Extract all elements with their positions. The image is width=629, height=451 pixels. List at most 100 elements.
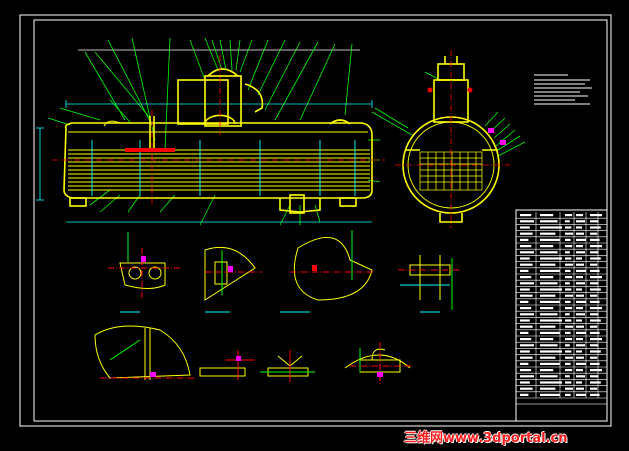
table-cell-text: [520, 356, 533, 359]
table-cell-text: [540, 319, 562, 322]
table-cell-text: [565, 356, 573, 359]
table-cell-text: [520, 369, 532, 372]
table-cell-text: [590, 313, 599, 316]
table-cell-text: [540, 387, 556, 390]
table-cell-text: [540, 269, 560, 272]
table-cell-text: [540, 276, 554, 279]
detail-3: [280, 230, 375, 313]
table-cell-text: [540, 313, 558, 316]
table-cell-text: [565, 276, 573, 279]
title-block: [515, 403, 608, 422]
table-cell-text: [540, 325, 556, 328]
cad-drawing: [19, 14, 612, 427]
table-cell-text: [576, 282, 585, 285]
table-cell-text: [520, 362, 529, 365]
table-cell-text: [590, 375, 599, 378]
table-cell-text: [540, 220, 558, 223]
table-cell-text: [565, 257, 572, 260]
table-cell-text: [576, 338, 583, 341]
table-cell-text: [590, 263, 598, 266]
table-cell-text: [520, 381, 530, 384]
table-cell-text: [590, 294, 598, 297]
table-cell-text: [576, 313, 585, 316]
table-cell-text: [590, 300, 600, 303]
table-cell-text: [520, 257, 530, 260]
table-cell-text: [540, 369, 554, 372]
table-cell-text: [565, 300, 571, 303]
table-cell-text: [540, 214, 554, 217]
table-cell-text: [565, 294, 573, 297]
table-cell-text: [540, 350, 562, 353]
table-cell-text: [576, 393, 586, 396]
table-cell-text: [576, 387, 584, 390]
table-cell-text: [540, 294, 556, 297]
table-cell-text: [590, 238, 600, 241]
detail-8: [344, 342, 412, 385]
table-cell-text: [565, 325, 573, 328]
table-cell-text: [590, 226, 601, 229]
table-cell-text: [520, 276, 532, 279]
table-cell-text: [520, 375, 534, 378]
table-cell-text: [565, 369, 573, 372]
table-cell-text: [565, 214, 573, 217]
table-cell-text: [520, 251, 534, 254]
table-cell-text: [540, 245, 554, 248]
table-cell-text: [520, 338, 532, 341]
table-cell-text: [590, 387, 598, 390]
tube-bundle: [68, 149, 370, 191]
table-cell-text: [576, 251, 585, 254]
elevation-view: [36, 37, 385, 226]
table-cell-text: [576, 238, 586, 241]
table-cell-text: [565, 288, 572, 291]
table-cell-text: [520, 325, 533, 328]
table-cell-text: [576, 232, 584, 235]
table-cell-text: [540, 307, 554, 310]
table-cell-text: [565, 387, 573, 390]
table-cell-text: [540, 282, 558, 285]
table-cell-text: [590, 350, 601, 353]
table-cell-text: [565, 350, 572, 353]
table-cell-text: [590, 307, 602, 310]
table-cell-text: [565, 319, 572, 322]
table-cell-text: [540, 263, 556, 266]
table-cell-text: [540, 300, 560, 303]
table-cell-text: [590, 282, 599, 285]
table-cell-text: [576, 331, 586, 334]
table-cell-text: [590, 257, 601, 260]
table-cell-text: [576, 276, 583, 279]
table-cell-text: [565, 375, 570, 378]
table-cell-text: [576, 294, 584, 297]
table-cell-text: [565, 251, 570, 254]
support-plates: [91, 140, 356, 196]
table-cell-text: [520, 344, 534, 347]
table-cell-text: [520, 220, 534, 223]
table-cell-text: [576, 344, 585, 347]
centerlines: [52, 55, 385, 205]
table-cell-text: [565, 331, 571, 334]
detail-1: [108, 232, 182, 313]
detail-7: [260, 350, 315, 382]
table-cell-text: [520, 245, 532, 248]
table-cell-text: [540, 344, 558, 347]
table-cell-text: [590, 331, 600, 334]
table-cell-text: [565, 381, 572, 384]
table-cell-text: [576, 307, 583, 310]
table-cell-text: [540, 238, 560, 241]
table-cell-text: [520, 214, 532, 217]
table-cell-text: [565, 282, 570, 285]
table-cell-text: [576, 325, 584, 328]
parts-table: [515, 209, 608, 422]
table-cell-text: [576, 375, 585, 378]
table-cell-text: [520, 331, 529, 334]
table-cell-text: [540, 393, 560, 396]
table-cell-text: [590, 381, 601, 384]
table-cell-text: [576, 269, 586, 272]
table-cell-text: [565, 269, 571, 272]
table-cell-text: [590, 245, 602, 248]
detail-5: [94, 325, 195, 380]
table-cell-text: [520, 282, 534, 285]
end-section-view: [371, 50, 526, 228]
table-cell-text: [565, 344, 570, 347]
table-cell-text: [576, 220, 585, 223]
table-cell-text: [520, 226, 530, 229]
